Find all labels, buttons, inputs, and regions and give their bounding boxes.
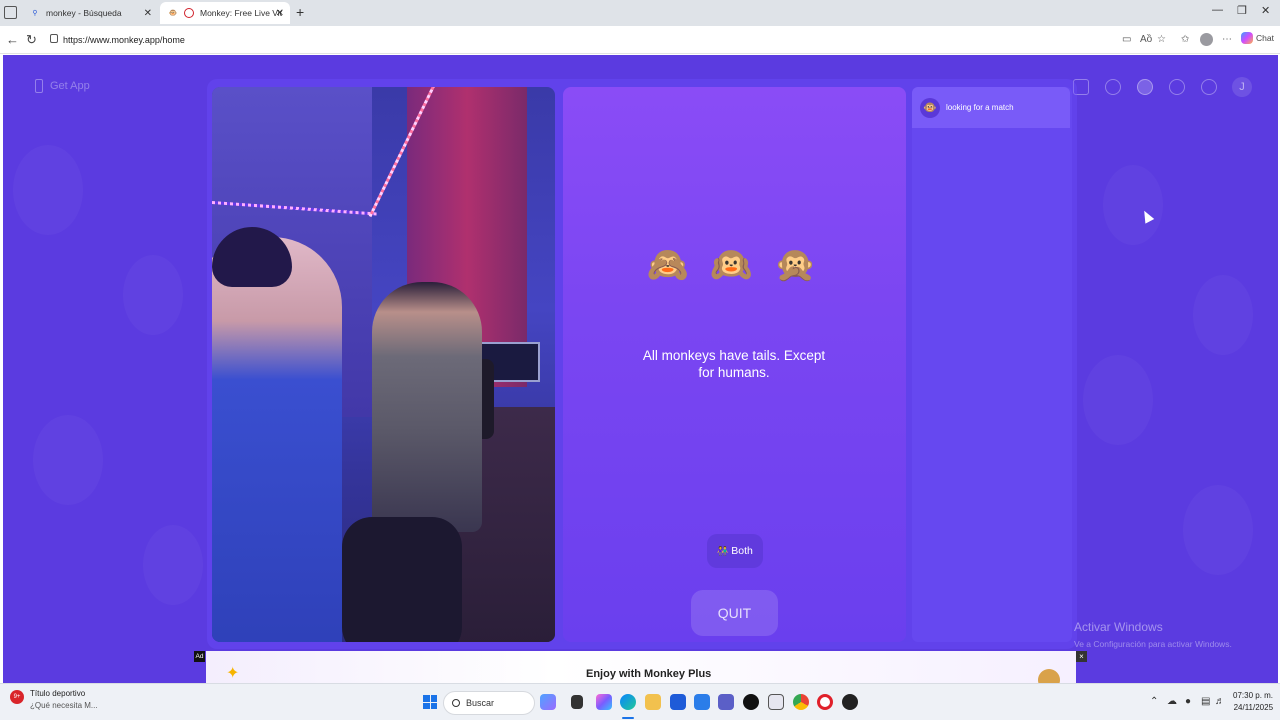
- lock-icon[interactable]: [50, 34, 58, 43]
- refresh-icon[interactable]: ↻: [26, 32, 37, 48]
- recording-icon: [184, 8, 194, 18]
- edge-app-icon[interactable]: [620, 694, 636, 710]
- close-window-icon[interactable]: ✕: [1261, 4, 1270, 17]
- clock-date: 24/11/2025: [1233, 703, 1274, 712]
- ad-title: Enjoy with Monkey Plus: [586, 668, 712, 680]
- chat-panel: 🐵 looking for a match: [912, 87, 1072, 642]
- monkey-quote: All monkeys have tails. Except for human…: [642, 348, 826, 380]
- close-tab-icon[interactable]: ✕: [144, 8, 152, 19]
- widgets-app-icon[interactable]: [540, 694, 556, 710]
- clock-time: 07:30 p. m.: [1233, 691, 1274, 700]
- news-subtitle: ¿Qué necesita M...: [30, 701, 98, 710]
- file-explorer-icon[interactable]: [645, 694, 661, 710]
- onedrive-icon[interactable]: ☁: [1167, 696, 1177, 707]
- task-view-icon[interactable]: [571, 695, 583, 709]
- app-icon[interactable]: [768, 694, 784, 710]
- sparkle-icon: ✦: [226, 665, 240, 682]
- store-app-icon[interactable]: [670, 694, 686, 710]
- browser-tab-strip: ⚲ monkey - Búsqueda ✕ 🐵 Monkey: Free Liv…: [0, 0, 1280, 26]
- copilot-app-icon[interactable]: [596, 694, 612, 710]
- chrome-app-icon[interactable]: [793, 694, 809, 710]
- gender-filter-button[interactable]: 👫 Both: [707, 534, 763, 568]
- network-icon[interactable]: ▤: [1201, 696, 1210, 707]
- new-tab-button[interactable]: +: [296, 4, 304, 20]
- more-options-icon[interactable]: ⋯: [1222, 34, 1232, 45]
- restore-icon[interactable]: ❐: [1237, 4, 1247, 17]
- match-area: 🙈 🙉 🙊 All monkeys have tails. Except for…: [563, 87, 906, 642]
- gender-filter-label: Both: [731, 545, 753, 557]
- copilot-icon: [1241, 32, 1253, 44]
- mic-icon[interactable]: ●: [1185, 696, 1191, 707]
- close-tab-icon[interactable]: ✕: [276, 8, 284, 19]
- local-video-feed: [212, 87, 555, 642]
- news-badge: 9+: [10, 690, 24, 704]
- system-clock[interactable]: 07:30 p. m. 24/11/2025: [1233, 690, 1273, 714]
- news-widget[interactable]: 9+ Título deportivo ¿Qué necesita M...: [10, 689, 98, 710]
- search-favicon-icon: ⚲: [32, 10, 38, 17]
- opera-app-icon[interactable]: [817, 694, 833, 710]
- tiktok-app-icon[interactable]: [743, 694, 759, 710]
- app-icon-dark[interactable]: [842, 694, 858, 710]
- favorite-star-icon[interactable]: ☆: [1157, 34, 1166, 45]
- copilot-label: Chat: [1256, 33, 1274, 43]
- search-icon[interactable]: [1105, 79, 1121, 95]
- profile-avatar[interactable]: [1200, 33, 1213, 46]
- taskbar-search-label: Buscar: [466, 698, 495, 708]
- url-field[interactable]: https://www.monkey.app/home: [63, 35, 185, 45]
- minimize-icon[interactable]: —: [1212, 4, 1223, 16]
- tab-search[interactable]: ⚲ monkey - Búsqueda ✕: [22, 2, 158, 24]
- outlook-app-icon[interactable]: [694, 694, 710, 710]
- tab-title: Monkey: Free Live Video Ch: [200, 8, 282, 18]
- friends-icon[interactable]: [1137, 79, 1153, 95]
- coin-icon: [1038, 669, 1060, 683]
- start-button[interactable]: [423, 695, 437, 709]
- address-bar-row: ← ↻ https://www.monkey.app/home ▭ Aồ ☆ ✩…: [0, 26, 1280, 54]
- monkey-avatar-icon: 🐵: [920, 97, 940, 118]
- active-app-indicator: [622, 717, 634, 719]
- back-icon[interactable]: ←: [6, 32, 19, 47]
- history-icon[interactable]: [1169, 79, 1185, 95]
- monkey-emojis: 🙈 🙉 🙊: [646, 246, 823, 284]
- phone-icon: [35, 79, 43, 93]
- user-avatar[interactable]: J: [1232, 77, 1252, 97]
- chat-status-message: 🐵 looking for a match: [912, 87, 1070, 128]
- favorites-icon[interactable]: ✩: [1181, 34, 1189, 45]
- ad-banner[interactable]: ✦ Enjoy with Monkey Plus: [206, 651, 1076, 683]
- tab-title: monkey - Búsqueda: [46, 8, 122, 18]
- quit-button[interactable]: QUIT: [691, 590, 778, 636]
- monkey-favicon-icon: 🐵: [168, 10, 178, 17]
- couple-icon: 👫: [717, 545, 729, 556]
- get-app-button[interactable]: Get App: [35, 79, 90, 93]
- read-aloud-icon[interactable]: Aồ: [1140, 34, 1152, 45]
- copilot-chat-button[interactable]: Chat: [1241, 32, 1274, 44]
- get-app-label: Get App: [50, 80, 90, 92]
- news-title: Título deportivo: [30, 689, 86, 698]
- activate-windows-title: Activar Windows: [1074, 620, 1163, 634]
- activate-windows-subtitle: Ve a Configuración para activar Windows.: [1074, 639, 1232, 649]
- monkey-page: Get App J 🙈 🙉 🙊 All monkeys have tails. …: [3, 55, 1278, 683]
- windows-taskbar: 9+ Título deportivo ¿Qué necesita M... B…: [0, 683, 1280, 720]
- taskbar-search[interactable]: Buscar: [443, 691, 535, 715]
- chat-status-text: looking for a match: [946, 103, 1014, 112]
- tab-actions-icon[interactable]: [4, 6, 17, 19]
- ad-tag: Ad: [194, 651, 205, 662]
- location-icon[interactable]: [1201, 79, 1217, 95]
- ad-close-button[interactable]: ×: [1076, 651, 1087, 662]
- tab-monkey[interactable]: 🐵 Monkey: Free Live Video Ch ✕: [160, 2, 290, 24]
- teams-app-icon[interactable]: [718, 694, 734, 710]
- tray-chevron-icon[interactable]: ⌃: [1150, 696, 1158, 707]
- search-icon: [452, 699, 460, 707]
- screen-icon[interactable]: ▭: [1122, 34, 1131, 45]
- volume-icon[interactable]: ♬: [1215, 696, 1225, 707]
